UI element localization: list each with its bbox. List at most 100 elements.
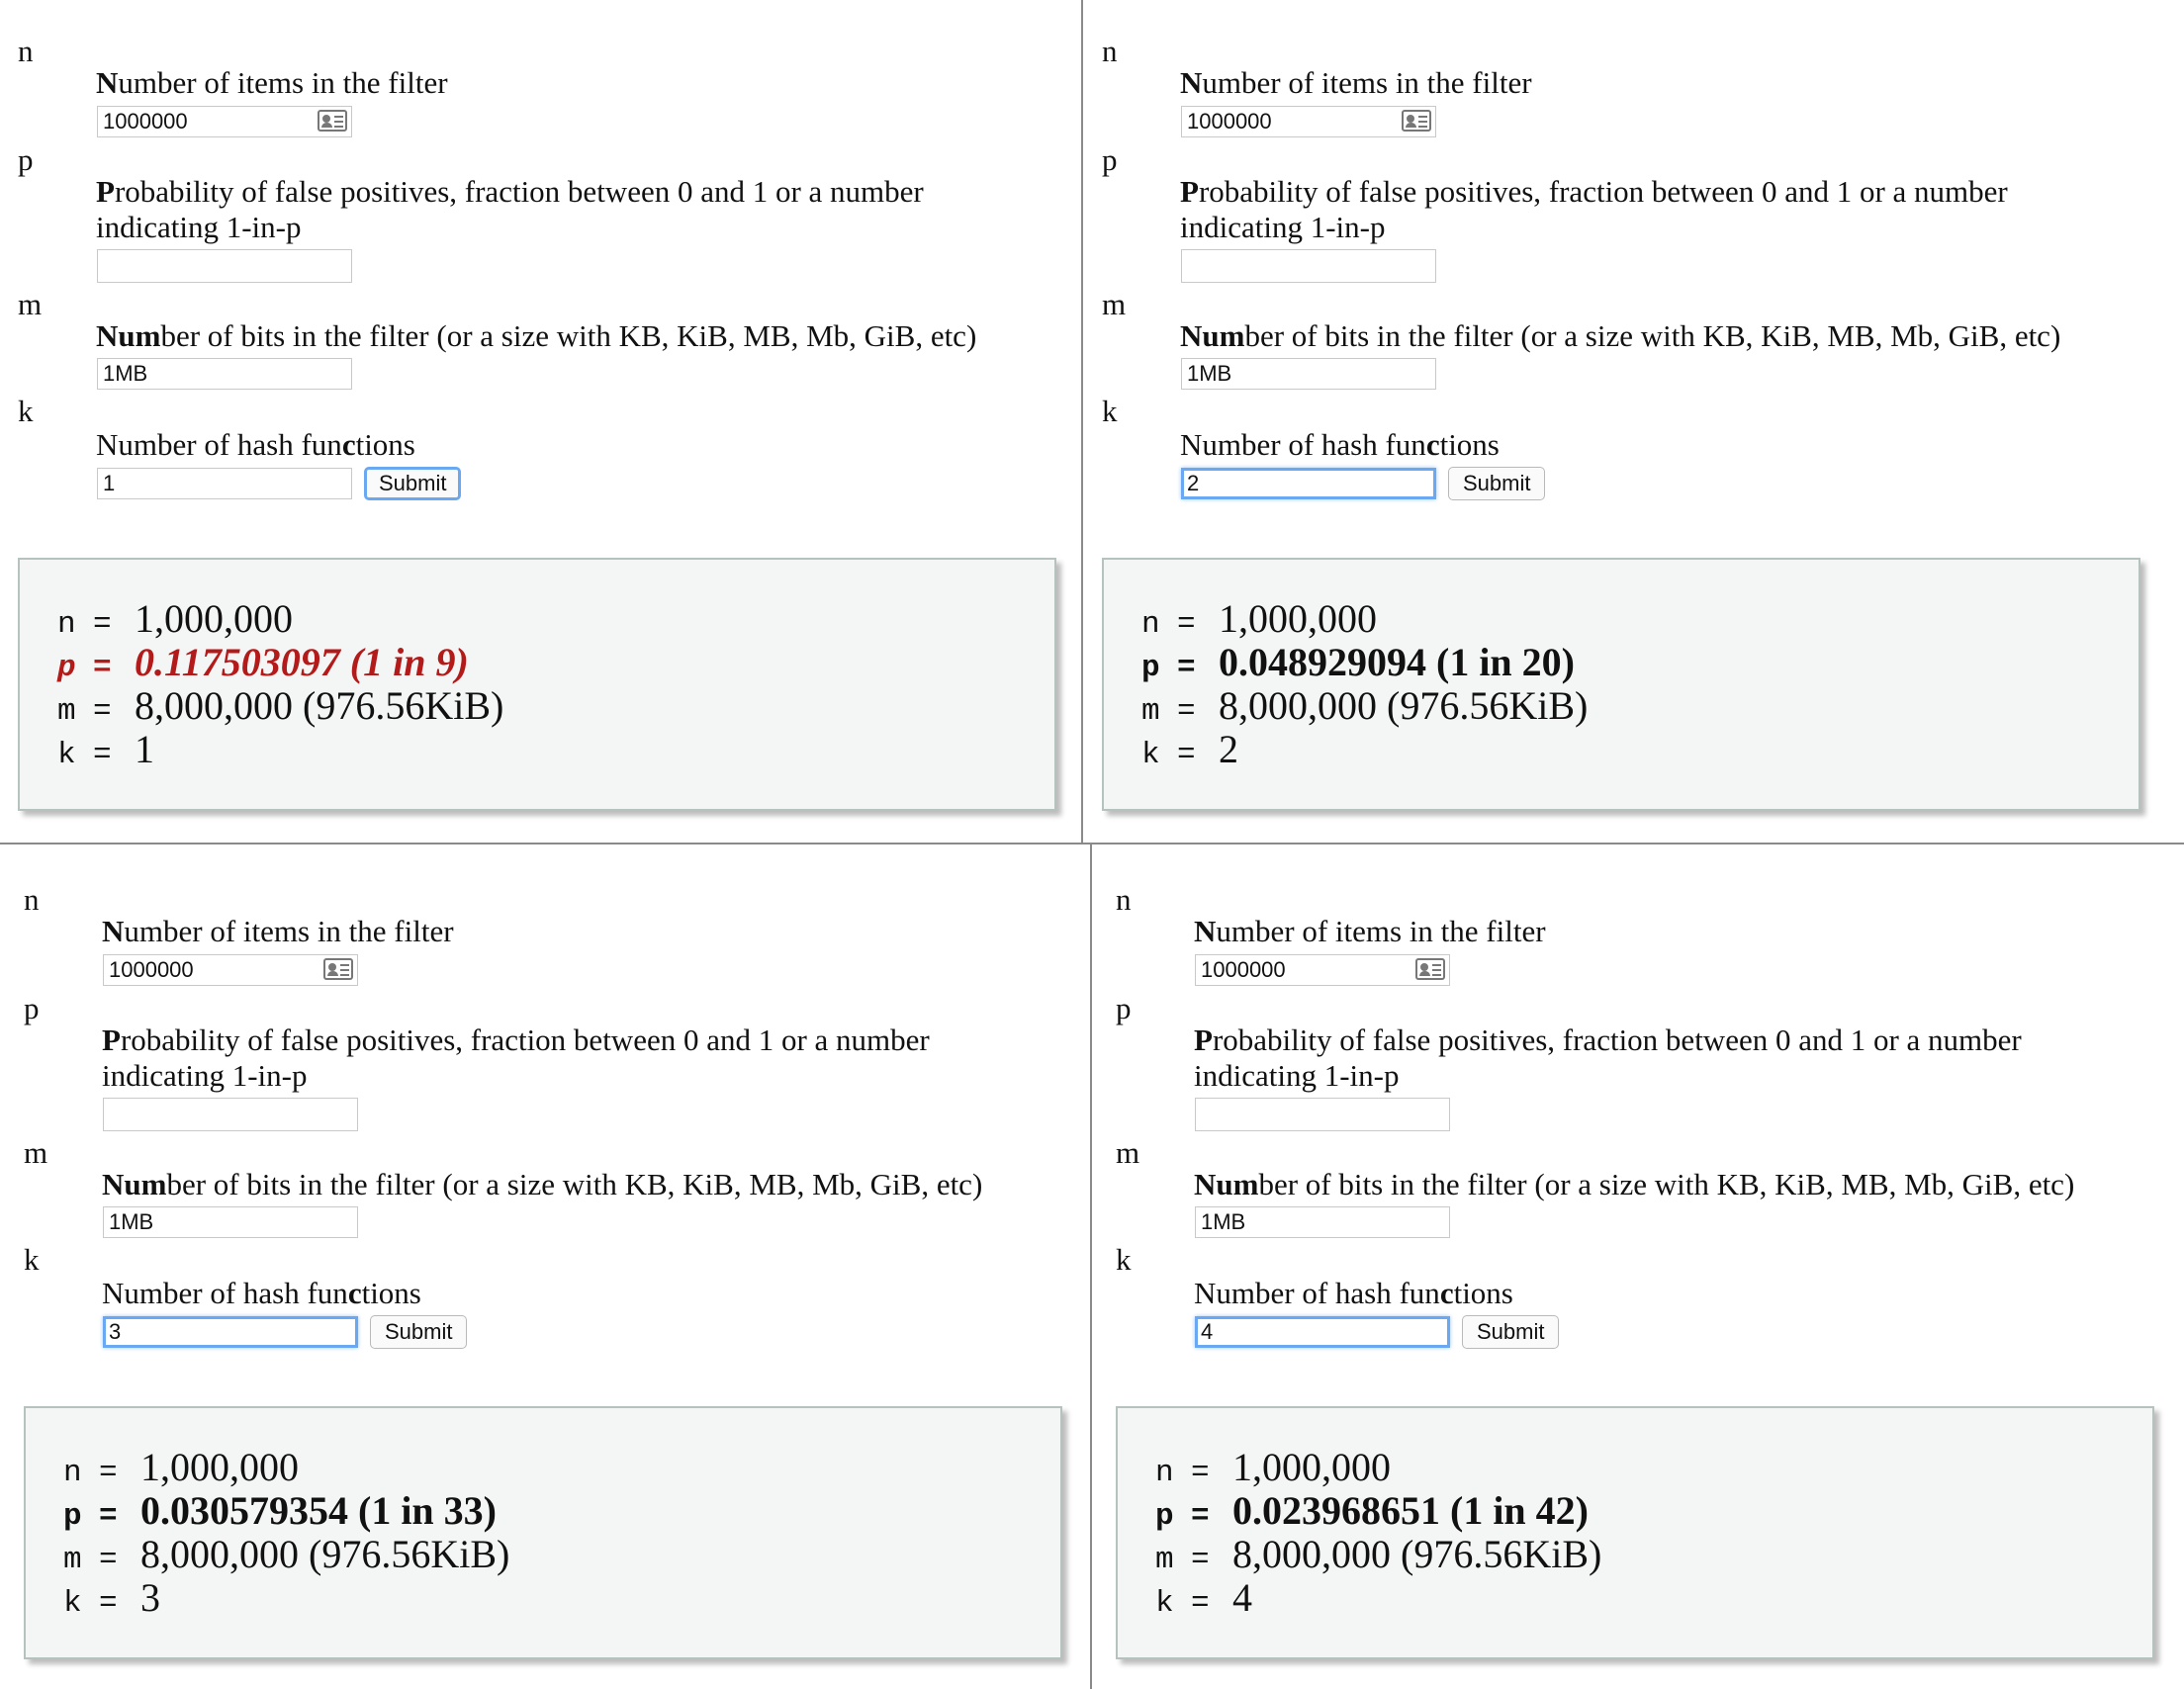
contact-card-icon[interactable]: [1415, 958, 1445, 980]
m-label: Number of bits in the filter (or a size …: [1194, 1167, 2075, 1201]
m-input-value: 1MB: [109, 1209, 154, 1234]
result-n-value: 1,000,000: [140, 1445, 299, 1489]
n-letter: n: [1102, 34, 1118, 68]
result-m-value: 8,000,000 (976.56KiB): [135, 683, 504, 728]
contact-card-icon[interactable]: [318, 110, 347, 132]
k-input[interactable]: 3: [103, 1316, 358, 1348]
vertical-divider-bottom: [1090, 844, 1092, 1689]
k-input-value: 1: [103, 471, 116, 495]
submit-button[interactable]: Submit: [364, 467, 462, 500]
p-label: Probability of false positives, fraction…: [102, 1022, 930, 1093]
m-letter: m: [1102, 287, 1127, 321]
n-input[interactable]: 1000000: [1181, 106, 1436, 137]
result-p-value: 0.048929094 (1 in 20): [1219, 640, 1575, 684]
n-letter: n: [18, 34, 34, 68]
k-label: Number of hash functions: [1180, 427, 1500, 462]
m-label: Number of bits in the filter (or a size …: [96, 318, 977, 353]
m-input[interactable]: 1MB: [1195, 1206, 1450, 1238]
p-letter: p: [24, 991, 40, 1025]
calculator-panel-2: n Number of items in the filter 1000000 …: [1084, 0, 2162, 841]
result-n-value: 1,000,000: [1232, 1445, 1391, 1489]
result-k-value: 4: [1232, 1575, 1252, 1620]
result-k-value: 2: [1219, 727, 1238, 771]
result-p-value: 0.117503097 (1 in 9): [135, 640, 469, 684]
m-input-value: 1MB: [1187, 361, 1232, 386]
k-letter: k: [1102, 394, 1118, 428]
n-label: Number of items in the filter: [1180, 65, 1532, 100]
k-letter: k: [24, 1242, 40, 1277]
n-input[interactable]: 1000000: [103, 954, 358, 986]
k-label: Number of hash functions: [102, 1276, 421, 1310]
p-input[interactable]: [103, 1098, 358, 1131]
p-label: Probability of false positives, fraction…: [96, 174, 924, 244]
result-m-value: 8,000,000 (976.56KiB): [140, 1532, 510, 1576]
horizontal-divider: [0, 843, 2184, 844]
n-input[interactable]: 1000000: [1195, 954, 1450, 986]
result-m-value: 8,000,000 (976.56KiB): [1219, 683, 1589, 728]
m-letter: m: [24, 1135, 48, 1170]
submit-button[interactable]: Submit: [370, 1315, 468, 1349]
p-label: Probability of false positives, fraction…: [1194, 1022, 2022, 1093]
k-input[interactable]: 4: [1195, 1316, 1450, 1348]
calculator-panel-3: n Number of items in the filter 1000000 …: [6, 848, 1084, 1689]
calculator-panel-4: n Number of items in the filter 1000000 …: [1098, 848, 2176, 1689]
n-letter: n: [24, 882, 40, 917]
k-input[interactable]: 2: [1181, 468, 1436, 499]
k-input-value: 2: [1187, 471, 1200, 495]
n-input-value: 1000000: [109, 957, 194, 982]
result-m: m = 8,000,000 (976.56KiB): [63, 1532, 510, 1578]
k-label: Number of hash functions: [96, 427, 415, 462]
k-letter: k: [1116, 1242, 1132, 1277]
result-k: k = 1: [57, 727, 154, 773]
result-k-value: 3: [140, 1575, 160, 1620]
result-box: n = 1,000,000 p = 0.117503097 (1 in 9) m = 8,0…: [18, 558, 1056, 811]
p-letter: p: [18, 142, 34, 177]
contact-card-icon[interactable]: [323, 958, 353, 980]
result-m: m = 8,000,000 (976.56KiB): [1141, 683, 1589, 730]
result-box: n = 1,000,000 p = 0.023968651 (1 in 42) m = 8,…: [1116, 1406, 2154, 1659]
n-input-value: 1000000: [103, 109, 188, 133]
n-label: Number of items in the filter: [96, 65, 448, 100]
result-k: k = 4: [1155, 1575, 1252, 1622]
m-input[interactable]: 1MB: [1181, 358, 1436, 390]
k-input[interactable]: 1: [97, 468, 352, 499]
result-box: n = 1,000,000 p = 0.030579354 (1 in 33) m = 8,…: [24, 1406, 1062, 1659]
m-input-value: 1MB: [1201, 1209, 1246, 1234]
p-input[interactable]: [1181, 249, 1436, 283]
m-label: Number of bits in the filter (or a size …: [102, 1167, 983, 1201]
result-m: m = 8,000,000 (976.56KiB): [57, 683, 504, 730]
n-input-value: 1000000: [1201, 957, 1286, 982]
m-input[interactable]: 1MB: [103, 1206, 358, 1238]
n-input-value: 1000000: [1187, 109, 1272, 133]
m-input[interactable]: 1MB: [97, 358, 352, 390]
n-label: Number of items in the filter: [1194, 914, 1546, 948]
k-letter: k: [18, 394, 34, 428]
n-input[interactable]: 1000000: [97, 106, 352, 137]
m-letter: m: [18, 287, 43, 321]
contact-card-icon[interactable]: [1402, 110, 1431, 132]
p-label: Probability of false positives, fraction…: [1180, 174, 2008, 244]
vertical-divider-top: [1081, 0, 1083, 843]
result-n-value: 1,000,000: [135, 596, 293, 641]
k-input-value: 4: [1201, 1319, 1214, 1344]
result-p-value: 0.023968651 (1 in 42): [1232, 1488, 1589, 1533]
calculator-panel-1: n Number of items in the filter 1000000 …: [0, 0, 1078, 841]
result-n-value: 1,000,000: [1219, 596, 1377, 641]
result-k: k = 2: [1141, 727, 1238, 773]
p-letter: p: [1116, 991, 1132, 1025]
p-input[interactable]: [1195, 1098, 1450, 1131]
result-m-value: 8,000,000 (976.56KiB): [1232, 1532, 1602, 1576]
result-box: n = 1,000,000 p = 0.048929094 (1 in 20) m = 8,…: [1102, 558, 2140, 811]
p-input[interactable]: [97, 249, 352, 283]
result-k: k = 3: [63, 1575, 160, 1622]
m-input-value: 1MB: [103, 361, 148, 386]
p-letter: p: [1102, 142, 1118, 177]
submit-button[interactable]: Submit: [1462, 1315, 1560, 1349]
result-m: m = 8,000,000 (976.56KiB): [1155, 1532, 1602, 1578]
submit-button[interactable]: Submit: [1448, 467, 1546, 500]
m-label: Number of bits in the filter (or a size …: [1180, 318, 2061, 353]
k-label: Number of hash functions: [1194, 1276, 1513, 1310]
result-p-value: 0.030579354 (1 in 33): [140, 1488, 497, 1533]
result-k-value: 1: [135, 727, 154, 771]
n-label: Number of items in the filter: [102, 914, 454, 948]
